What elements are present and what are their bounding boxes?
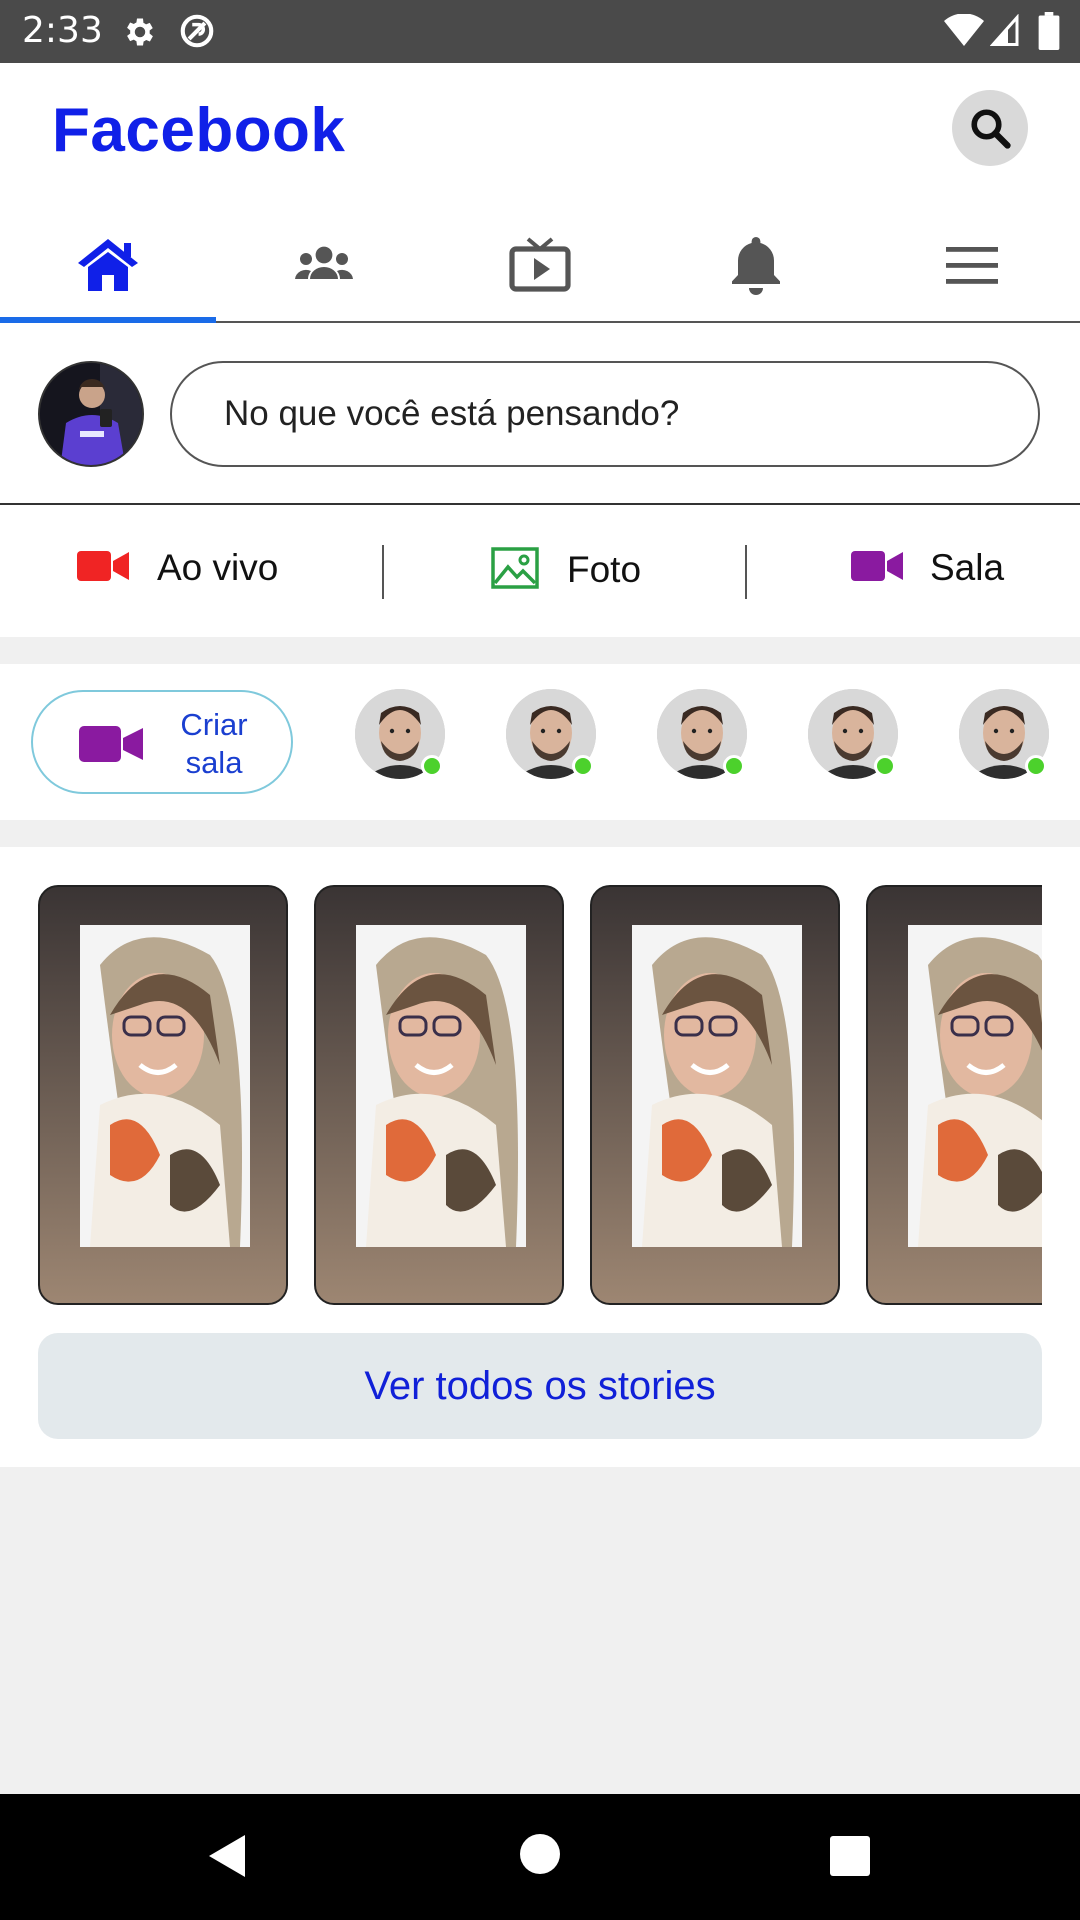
tab-watch[interactable] xyxy=(432,223,648,321)
menu-icon xyxy=(946,247,998,284)
photo-label: Foto xyxy=(567,549,642,590)
tab-friends[interactable] xyxy=(216,223,432,321)
live-video-button[interactable]: Ao vivo xyxy=(0,505,383,637)
data-saver-icon xyxy=(180,14,214,48)
live-video-icon xyxy=(77,551,129,581)
home-circle-icon[interactable] xyxy=(520,1834,560,1874)
tab-notifications[interactable] xyxy=(648,223,864,321)
online-status-dot xyxy=(723,755,745,777)
wifi-icon xyxy=(944,14,984,46)
user-photo xyxy=(40,363,142,465)
story-card[interactable] xyxy=(314,885,564,1305)
app-title: Facebook xyxy=(52,96,346,165)
search-button[interactable] xyxy=(952,90,1028,166)
tab-menu[interactable] xyxy=(864,223,1080,321)
story-photo xyxy=(908,925,1042,1247)
online-friend-avatar[interactable] xyxy=(808,689,898,779)
post-composer: No que você está pensando? xyxy=(0,323,1080,505)
tv-play-icon xyxy=(509,237,571,292)
photo-button[interactable]: Foto xyxy=(384,505,746,637)
online-friend-avatar[interactable] xyxy=(506,689,596,779)
room-video-icon xyxy=(851,551,903,581)
rooms-row: Criar sala xyxy=(0,664,1080,820)
status-time: 2:33 xyxy=(22,10,103,51)
room-video-icon xyxy=(79,726,143,762)
story-photo xyxy=(80,925,250,1247)
app-header: Facebook xyxy=(0,63,1080,323)
search-icon xyxy=(971,109,1011,149)
battery-icon xyxy=(1038,12,1060,50)
system-nav-bar xyxy=(0,1794,1080,1920)
story-card[interactable] xyxy=(590,885,840,1305)
gear-icon xyxy=(127,18,153,46)
tab-bar xyxy=(0,223,1080,323)
online-status-dot xyxy=(421,755,443,777)
room-label: Sala xyxy=(930,547,1005,588)
live-video-label: Ao vivo xyxy=(157,547,279,588)
story-photo xyxy=(356,925,526,1247)
create-room-label: Criar sala xyxy=(180,707,248,780)
create-room-button[interactable]: Criar sala xyxy=(31,690,293,794)
avatar[interactable] xyxy=(38,361,144,467)
tab-home[interactable] xyxy=(0,223,216,323)
stories-strip xyxy=(38,885,1042,1305)
online-friend-avatar[interactable] xyxy=(355,689,445,779)
story-card[interactable] xyxy=(38,885,288,1305)
photo-icon xyxy=(491,547,539,589)
post-actions-row: Ao vivo Foto Sala xyxy=(0,505,1080,637)
online-status-dot xyxy=(874,755,896,777)
see-all-stories-button[interactable]: Ver todos os stories xyxy=(38,1333,1042,1439)
status-bar: 2:33 xyxy=(0,0,1080,63)
story-card[interactable] xyxy=(866,885,1042,1305)
recent-apps-icon[interactable] xyxy=(830,1836,870,1876)
online-friend-avatar[interactable] xyxy=(959,689,1049,779)
online-status-dot xyxy=(1025,755,1047,777)
story-photo xyxy=(632,925,802,1247)
friends-icon xyxy=(295,246,353,279)
online-status-dot xyxy=(572,755,594,777)
back-icon[interactable] xyxy=(205,1832,249,1880)
home-icon xyxy=(78,239,138,291)
room-button[interactable]: Sala xyxy=(747,505,1080,637)
stories-section: Ver todos os stories xyxy=(0,847,1080,1467)
bell-icon xyxy=(732,237,780,295)
online-friend-avatar[interactable] xyxy=(657,689,747,779)
signal-icon xyxy=(990,14,1019,46)
whats-on-your-mind-input[interactable]: No que você está pensando? xyxy=(170,361,1040,467)
